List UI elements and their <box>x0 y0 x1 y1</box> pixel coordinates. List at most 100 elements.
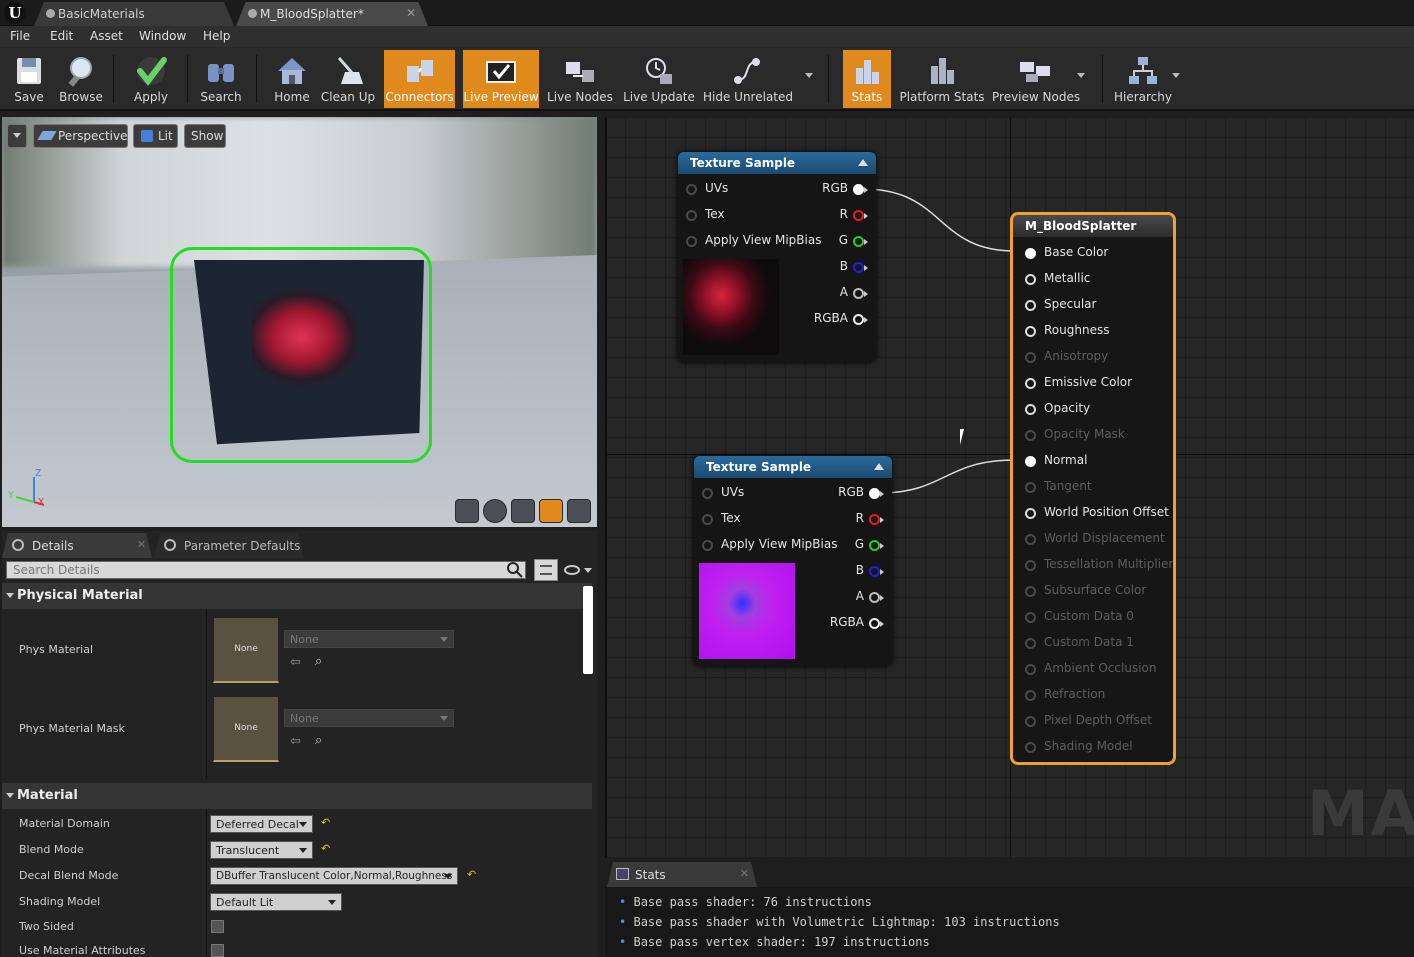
input-pin-normal[interactable]: Normal <box>1023 453 1173 471</box>
input-pin-emissive-color[interactable]: Emissive Color <box>1023 375 1173 393</box>
texture-sample-node-normal[interactable]: Texture Sample UVs Tex Apply View MipBia… <box>694 456 892 666</box>
search-details-input[interactable]: Search Details <box>6 561 526 579</box>
visibility-filter-button[interactable] <box>562 563 594 579</box>
input-pin-world-position-offset[interactable]: World Position Offset <box>1023 505 1173 523</box>
collapse-arrow-icon[interactable] <box>858 159 868 166</box>
hierarchy-button[interactable]: Hierarchy <box>1112 50 1174 108</box>
preview-viewport[interactable]: Perspective Lit Show Z X Y <box>2 117 597 527</box>
texture-sample-node-blood[interactable]: Texture Sample UVs Tex Apply View MipBia… <box>678 152 876 362</box>
menu-asset[interactable]: Asset <box>90 29 123 43</box>
decal-blend-mode-combo[interactable]: DBuffer Translucent Color,Normal,Roughne… <box>210 867 458 885</box>
clean-up-button[interactable]: Clean Up <box>320 50 376 108</box>
teapot-preview-icon[interactable] <box>567 499 591 523</box>
material-result-node[interactable]: M_BloodSplatter Base Color Metallic Specul… <box>1010 212 1176 765</box>
show-button[interactable]: Show <box>184 124 226 148</box>
output-pin-a[interactable]: A <box>808 285 868 303</box>
two-sided-checkbox[interactable] <box>211 920 224 933</box>
input-pin-base-color[interactable]: Base Color <box>1023 245 1173 263</box>
output-pin-r[interactable]: R <box>824 511 884 529</box>
node-header[interactable]: Texture Sample <box>678 152 876 174</box>
menu-window[interactable]: Window <box>139 29 186 43</box>
input-pin-metallic[interactable]: Metallic <box>1023 271 1173 289</box>
lit-button[interactable]: Lit <box>133 124 178 148</box>
phys-material-thumbnail[interactable]: None <box>213 617 279 683</box>
viewport-options-button[interactable] <box>7 124 27 148</box>
output-pin-rgba[interactable]: RGBA <box>808 311 868 329</box>
live-preview-button[interactable]: Live Preview <box>463 50 539 108</box>
reset-to-default-icon[interactable]: ↶ <box>321 816 330 829</box>
input-pin-roughness[interactable]: Roughness <box>1023 323 1173 341</box>
live-nodes-button[interactable]: Live Nodes <box>546 50 614 108</box>
view-options-button[interactable] <box>534 559 558 581</box>
chevron-down-icon[interactable] <box>1077 73 1085 78</box>
menu-file[interactable]: File <box>10 29 30 43</box>
phys-material-combo[interactable]: None <box>284 630 454 648</box>
live-update-button[interactable]: Live Update <box>622 50 696 108</box>
expand-arrow-icon <box>6 793 14 798</box>
tab-basicmaterials[interactable]: BasicMaterials <box>34 2 234 26</box>
close-icon[interactable]: ✕ <box>137 538 146 551</box>
use-selected-arrow-icon[interactable]: ⇦ <box>290 655 301 670</box>
pin-label: Metallic <box>1044 271 1091 285</box>
blend-mode-combo[interactable]: Translucent <box>210 841 313 859</box>
reset-to-default-icon[interactable]: ↶ <box>321 842 330 855</box>
output-pin-b[interactable]: B <box>824 563 884 581</box>
material-domain-combo[interactable]: Deferred Decal <box>210 815 313 833</box>
details-scrollbar[interactable] <box>583 586 593 674</box>
use-material-attributes-checkbox[interactable] <box>211 944 224 957</box>
tab-parameter-defaults[interactable]: Parameter Defaults <box>154 533 304 558</box>
output-pin-a[interactable]: A <box>824 589 884 607</box>
chevron-down-icon[interactable] <box>1172 73 1180 78</box>
phys-material-mask-combo[interactable]: None <box>284 709 454 727</box>
cube-preview-icon[interactable] <box>539 499 563 523</box>
home-button[interactable]: Home <box>266 50 318 108</box>
sphere-preview-icon[interactable] <box>483 499 507 523</box>
node-header[interactable]: M_BloodSplatter <box>1013 215 1173 237</box>
tab-m-bloodsplatter[interactable]: M_BloodSplatter* ✕ <box>236 2 428 26</box>
output-pin-rgba[interactable]: RGBA <box>824 615 884 633</box>
preview-nodes-button[interactable]: Preview Nodes <box>992 50 1080 108</box>
output-pin-g[interactable]: G <box>808 233 868 251</box>
menu-edit[interactable]: Edit <box>50 29 73 43</box>
output-pin-r[interactable]: R <box>808 207 868 225</box>
cylinder-preview-icon[interactable] <box>455 499 479 523</box>
reset-to-default-icon[interactable]: ↶ <box>467 868 476 881</box>
output-pin-b[interactable]: B <box>808 259 868 277</box>
input-pin-opacity[interactable]: Opacity <box>1023 401 1173 419</box>
category-material[interactable]: Material <box>2 783 592 809</box>
shading-model-combo[interactable]: Default Lit <box>210 893 342 911</box>
node-header[interactable]: Texture Sample <box>694 456 892 478</box>
apply-button[interactable]: Apply <box>122 50 180 108</box>
material-graph[interactable]: Texture Sample UVs Tex Apply View MipBia… <box>605 117 1414 857</box>
hide-unrelated-button[interactable]: Hide Unrelated <box>703 50 793 108</box>
eye-icon <box>564 565 580 575</box>
level-icon <box>46 9 55 18</box>
tab-details[interactable]: Details ✕ <box>2 533 152 558</box>
plane-preview-icon[interactable] <box>511 499 535 523</box>
chevron-down-icon[interactable] <box>805 73 813 78</box>
output-pin-rgb[interactable]: RGB <box>824 485 884 503</box>
use-selected-arrow-icon[interactable]: ⇦ <box>290 734 301 749</box>
category-physical-material[interactable]: Physical Material <box>2 583 592 609</box>
browse-button[interactable]: Browse <box>56 50 106 108</box>
stats-button[interactable]: Stats <box>843 50 891 108</box>
close-icon[interactable]: ✕ <box>740 867 749 880</box>
input-pin-specular[interactable]: Specular <box>1023 297 1173 315</box>
perspective-button[interactable]: Perspective <box>33 124 128 148</box>
tab-stats[interactable]: Stats ✕ <box>607 862 757 887</box>
platform-stats-button[interactable]: Platform Stats <box>898 50 986 108</box>
material-domain-label: Material Domain <box>19 817 110 830</box>
menu-help[interactable]: Help <box>203 29 230 43</box>
connectors-button[interactable]: Connectors <box>384 50 455 108</box>
save-button[interactable]: Save <box>4 50 54 108</box>
browse-magnifier-icon[interactable]: ⌕ <box>315 654 322 669</box>
browse-magnifier-icon[interactable]: ⌕ <box>315 733 322 748</box>
output-pin-g[interactable]: G <box>824 537 884 555</box>
output-pin-rgb[interactable]: RGB <box>808 181 868 199</box>
collapse-arrow-icon[interactable] <box>874 463 884 470</box>
input-pin-anisotropy: Anisotropy <box>1023 349 1173 367</box>
parameters-icon <box>164 539 176 551</box>
search-button[interactable]: Search <box>194 50 248 108</box>
close-icon[interactable]: ✕ <box>406 6 416 20</box>
phys-material-mask-thumbnail[interactable]: None <box>213 696 279 762</box>
